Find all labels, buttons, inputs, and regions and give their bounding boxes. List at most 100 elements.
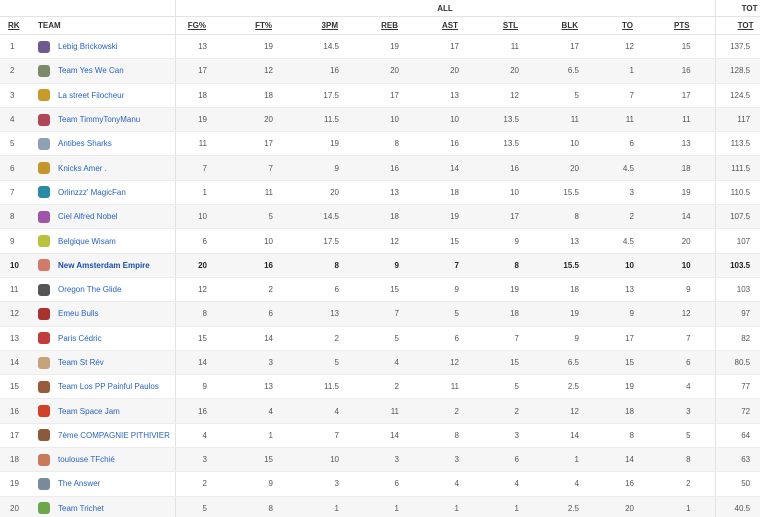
header-ft[interactable]: FT% xyxy=(231,16,297,35)
stat-cell-pts: 13 xyxy=(658,131,716,157)
team-logo-icon xyxy=(38,502,50,515)
header-stl[interactable]: STL xyxy=(483,16,543,35)
team-logo-icon xyxy=(38,137,50,150)
stat-cell-blk: 15.5 xyxy=(543,253,603,278)
stat-cell-to: 4.5 xyxy=(603,228,658,254)
header-ast[interactable]: AST xyxy=(423,16,483,35)
stat-cell-pts: 15 xyxy=(658,34,716,60)
header-3pm[interactable]: 3PM xyxy=(297,16,363,35)
team-cell: 7ème COMPAGNIE PITHIVIER xyxy=(30,423,176,449)
total-cell: 103 xyxy=(715,277,760,303)
team-name-link[interactable]: New Amsterdam Empire xyxy=(58,261,150,270)
stat-cell-ft: 2 xyxy=(231,277,297,303)
team-name-link[interactable]: Lebig Brickowski xyxy=(58,42,118,51)
stat-cell-fg: 6 xyxy=(175,228,231,254)
team-name-link[interactable]: Team St Rév xyxy=(58,358,104,367)
stat-cell-ast: 20 xyxy=(423,58,483,84)
stat-cell-fg: 14 xyxy=(175,350,231,376)
header-rk[interactable]: RK xyxy=(0,16,30,35)
team-name-link[interactable]: Belgique Wisam xyxy=(58,237,116,246)
stat-cell-fg: 3 xyxy=(175,447,231,473)
team-name-link[interactable]: Knicks Amer . xyxy=(58,164,107,173)
stat-cell-fg: 10 xyxy=(175,204,231,230)
header-pts[interactable]: PTS xyxy=(658,16,716,35)
stat-cell-stl: 15 xyxy=(483,350,543,376)
stat-cell-tpm: 9 xyxy=(297,155,363,181)
stat-cell-pts: 10 xyxy=(658,253,716,278)
team-name-link[interactable]: Antibes Sharks xyxy=(58,139,112,148)
team-name-link[interactable]: Paris Cédric xyxy=(58,334,102,343)
stat-cell-reb: 17 xyxy=(363,83,423,108)
team-name-link[interactable]: Team Yes We Can xyxy=(58,66,124,75)
header-to[interactable]: TO xyxy=(603,16,658,35)
team-name-link[interactable]: Team TimmyTonyManu xyxy=(58,115,140,124)
total-cell: 110.5 xyxy=(715,180,760,206)
team-name-link[interactable]: toulouse TFchié xyxy=(58,455,115,464)
team-name-link[interactable]: Emeu Bulls xyxy=(58,309,98,318)
header-tot[interactable]: TOT xyxy=(715,16,760,35)
stat-cell-to: 7 xyxy=(603,83,658,108)
stat-cell-tpm: 17.5 xyxy=(297,228,363,254)
rank-cell: 14 xyxy=(0,350,30,376)
stat-cell-ft: 3 xyxy=(231,350,297,376)
stat-cell-stl: 9 xyxy=(483,228,543,254)
table-row: 1 Lebig Brickowski 13 19 14.5 19 17 11 17 12 15 137… xyxy=(0,34,760,60)
stat-cell-ft: 6 xyxy=(231,301,297,327)
table-row: 10 New Amsterdam Empire 20 16 8 9 7 8 15.5 10 10 10… xyxy=(0,253,760,278)
team-logo-icon xyxy=(38,380,50,393)
rank-cell: 13 xyxy=(0,326,30,351)
total-cell: 80.5 xyxy=(715,350,760,376)
team-name-link[interactable]: Ciel Alfred Nobel xyxy=(58,212,118,221)
stat-cell-ast: 14 xyxy=(423,155,483,181)
group-blank xyxy=(0,0,176,17)
stat-cell-fg: 9 xyxy=(175,374,231,400)
team-name-link[interactable]: Team Trichet xyxy=(58,504,104,513)
team-logo-icon xyxy=(38,405,50,418)
stat-cell-reb: 11 xyxy=(363,398,423,424)
total-cell: 113.5 xyxy=(715,131,760,157)
stat-cell-stl: 12 xyxy=(483,83,543,108)
header-blk[interactable]: BLK xyxy=(543,16,603,35)
stat-cell-reb: 19 xyxy=(363,34,423,60)
stat-cell-fg: 19 xyxy=(175,107,231,133)
team-name-link[interactable]: Team Space Jam xyxy=(58,407,120,416)
stat-cell-pts: 7 xyxy=(658,326,716,351)
team-name-link[interactable]: Oregon The Glide xyxy=(58,285,121,294)
stat-cell-ft: 1 xyxy=(231,423,297,449)
stat-cell-blk: 6.5 xyxy=(543,350,603,376)
header-reb[interactable]: REB xyxy=(363,16,423,35)
stat-cell-to: 8 xyxy=(603,423,658,449)
stat-cell-pts: 14 xyxy=(658,204,716,230)
stat-cell-ast: 9 xyxy=(423,277,483,303)
team-logo-icon xyxy=(38,89,50,102)
team-name-link[interactable]: The Answer xyxy=(58,479,100,488)
team-logo-icon xyxy=(38,64,50,77)
total-cell: 107 xyxy=(715,228,760,254)
team-name-link[interactable]: 7ème COMPAGNIE PITHIVIER xyxy=(58,431,170,440)
team-name-link[interactable]: Team Los PP Painful Paulos xyxy=(58,382,159,391)
column-header-row: RK TEAM FG% FT% 3PM REB AST STL BLK TO P… xyxy=(0,16,760,35)
team-name-link[interactable]: Orlinzzz' MagicFan xyxy=(58,188,126,197)
header-fg[interactable]: FG% xyxy=(175,16,231,35)
stat-cell-reb: 7 xyxy=(363,301,423,327)
team-logo-icon xyxy=(38,356,50,369)
table-row: 5 Antibes Sharks 11 17 19 8 16 13.5 10 6 13 113.5 xyxy=(0,131,760,157)
table-row: 12 Emeu Bulls 8 6 13 7 5 18 19 9 12 97 xyxy=(0,301,760,327)
stat-cell-reb: 6 xyxy=(363,471,423,497)
stat-cell-reb: 18 xyxy=(363,204,423,230)
total-cell: 50 xyxy=(715,471,760,497)
stat-cell-fg: 4 xyxy=(175,423,231,449)
stat-cell-blk: 19 xyxy=(543,301,603,327)
column-group-row: ALL TOT xyxy=(0,0,760,17)
stat-cell-tpm: 13 xyxy=(297,301,363,327)
stat-cell-ft: 17 xyxy=(231,131,297,157)
stat-cell-ast: 5 xyxy=(423,301,483,327)
stat-cell-ft: 8 xyxy=(231,496,297,517)
total-cell: 64 xyxy=(715,423,760,449)
table-row: 13 Paris Cédric 15 14 2 5 6 7 9 17 7 82 xyxy=(0,326,760,351)
stat-cell-to: 3 xyxy=(603,180,658,206)
total-cell: 128.5 xyxy=(715,58,760,84)
team-name-link[interactable]: La street Filocheur xyxy=(58,91,124,100)
stat-cell-pts: 20 xyxy=(658,228,716,254)
stat-cell-stl: 1 xyxy=(483,496,543,517)
